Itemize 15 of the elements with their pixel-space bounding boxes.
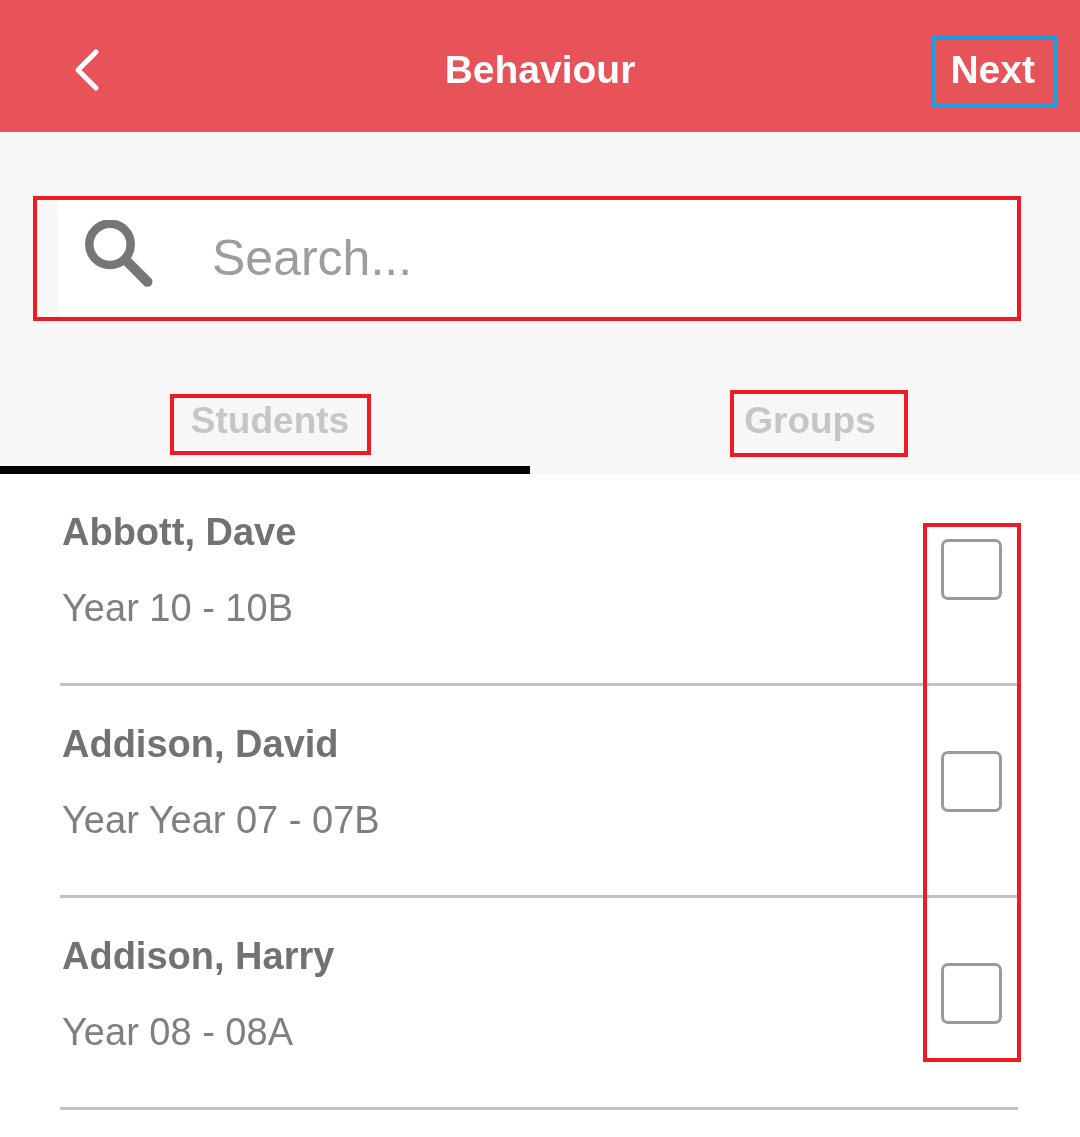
chevron-left-icon <box>73 48 101 92</box>
student-name: Addison, David <box>62 722 339 767</box>
next-button[interactable]: Next <box>950 47 1035 93</box>
checkbox[interactable] <box>941 751 1002 812</box>
screen-title: Behaviour <box>444 47 636 93</box>
search-field[interactable]: Search... <box>58 200 1018 315</box>
back-button[interactable] <box>73 48 101 92</box>
class-label: Year 08 - 08A <box>62 1009 293 1055</box>
class-label: Year Year 07 - 07B <box>62 797 380 843</box>
student-name: Abbott, Dave <box>62 510 297 555</box>
search-icon <box>85 220 155 288</box>
checkbox[interactable] <box>941 963 1002 1024</box>
checkbox[interactable] <box>941 539 1002 600</box>
class-label: Year 10 - 10B <box>62 585 293 631</box>
student-name: Addison, Harry <box>62 934 335 979</box>
